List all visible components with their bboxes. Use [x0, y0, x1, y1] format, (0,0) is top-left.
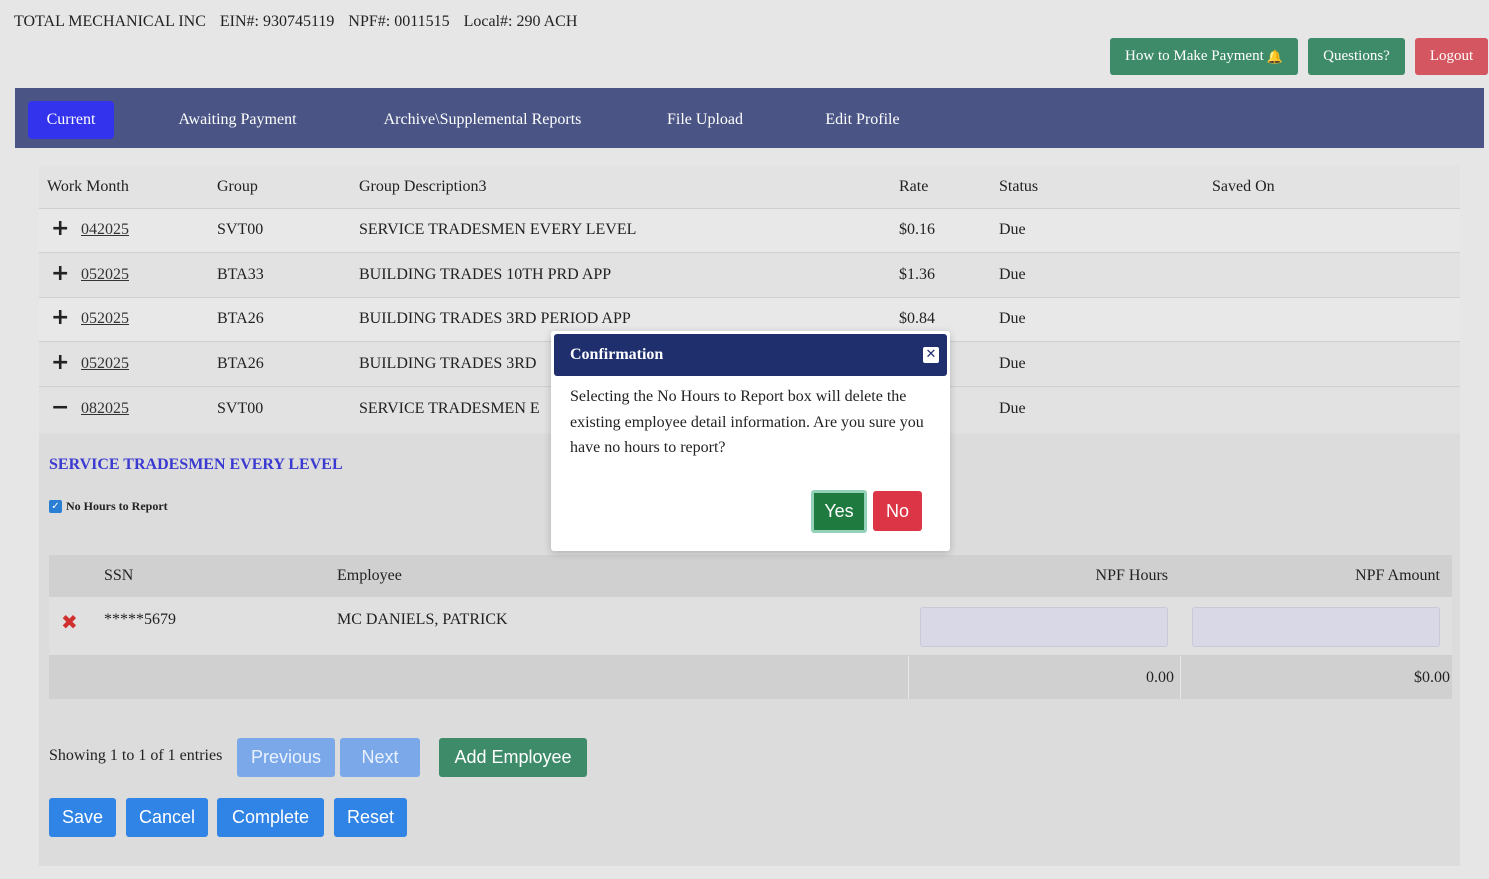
previous-button[interactable]: Previous — [237, 738, 335, 777]
work-month-link[interactable]: 042025 — [81, 221, 129, 238]
expand-icon[interactable]: + — [51, 218, 69, 240]
collapse-icon[interactable]: − — [51, 397, 69, 419]
reset-button[interactable]: Reset — [334, 798, 407, 837]
col-saved-on[interactable]: Saved On — [1212, 178, 1275, 196]
questions-button[interactable]: Questions? — [1308, 38, 1405, 75]
company-info: TOTAL MECHANICAL INC EIN#: 930745119 NPF… — [14, 13, 587, 31]
table-row: + 042025 SVT00 SERVICE TRADESMEN EVERY L… — [39, 209, 1460, 253]
rate-cell: $1.36 — [899, 266, 935, 283]
add-employee-button[interactable]: Add Employee — [439, 738, 587, 777]
bell-icon: 🔔 — [1266, 48, 1283, 64]
hours-total: 0.00 — [1146, 669, 1174, 686]
logout-button[interactable]: Logout — [1415, 38, 1488, 75]
how-to-make-payment-button[interactable]: How to Make Payment 🔔 — [1110, 38, 1298, 75]
npf-number: NPF#: 0011515 — [348, 13, 450, 30]
col-work-month[interactable]: Work Month — [47, 178, 129, 196]
col-npf-amount: NPF Amount — [1355, 567, 1440, 584]
status-cell: Due — [999, 400, 1026, 417]
rate-cell: $0.16 — [899, 221, 935, 238]
description-cell: BUILDING TRADES 3RD — [359, 355, 537, 372]
col-status[interactable]: Status — [999, 178, 1038, 196]
status-cell: Due — [999, 266, 1026, 283]
employee-cell: MC DANIELS, PATRICK — [337, 611, 508, 628]
rate-cell: $0.84 — [899, 310, 935, 327]
ein-number: EIN#: 930745119 — [219, 13, 335, 30]
status-cell: Due — [999, 310, 1026, 327]
local-number: Local#: 290 ACH — [463, 13, 578, 30]
hours-total-cell: 0.00 — [908, 656, 1180, 699]
checkbox-checked-icon[interactable]: ✓ — [49, 500, 62, 513]
col-group-description[interactable]: Group Description3 — [359, 178, 487, 196]
tab-archive-supplemental[interactable]: Archive\Supplemental Reports — [370, 101, 595, 139]
dialog-title: Confirmation — [570, 346, 664, 363]
confirmation-dialog: Confirmation ✕ Selecting the No Hours to… — [551, 331, 950, 551]
no-button[interactable]: No — [873, 491, 922, 531]
col-ssn: SSN — [104, 567, 134, 584]
col-employee: Employee — [337, 567, 402, 584]
no-hours-checkbox[interactable]: ✓ No Hours to Report — [49, 499, 168, 514]
status-cell: Due — [999, 221, 1026, 238]
col-group[interactable]: Group — [217, 178, 258, 196]
work-month-link[interactable]: 052025 — [81, 266, 129, 283]
group-cell: SVT00 — [217, 400, 264, 417]
description-cell: SERVICE TRADESMEN E — [359, 400, 540, 417]
save-button[interactable]: Save — [49, 798, 116, 837]
col-npf-hours: NPF Hours — [1095, 567, 1168, 584]
work-month-link[interactable]: 052025 — [81, 310, 129, 327]
expand-icon[interactable]: + — [51, 307, 69, 329]
totals-row: 0.00 $0.00 — [49, 656, 1452, 699]
how-to-make-payment-label: How to Make Payment — [1125, 48, 1264, 64]
expand-icon[interactable]: + — [51, 263, 69, 285]
grid-header: Work Month Group Group Description3 Rate… — [39, 166, 1460, 209]
company-name: TOTAL MECHANICAL INC — [14, 13, 206, 30]
table-row: ✖ *****5679 MC DANIELS, PATRICK — [49, 597, 1452, 656]
group-cell: BTA33 — [217, 266, 264, 283]
yes-button[interactable]: Yes — [811, 490, 867, 533]
description-cell: BUILDING TRADES 10TH PRD APP — [359, 266, 612, 283]
tab-file-upload[interactable]: File Upload — [655, 101, 755, 139]
ssn-cell: *****5679 — [104, 611, 176, 628]
main-nav: Current Awaiting Payment Archive\Supplem… — [15, 88, 1484, 148]
employee-table-header: SSN Employee NPF Hours NPF Amount — [49, 555, 1452, 597]
group-cell: BTA26 — [217, 310, 264, 327]
tab-current[interactable]: Current — [28, 101, 114, 139]
description-cell: BUILDING TRADES 3RD PERIOD APP — [359, 310, 631, 327]
dialog-header: Confirmation ✕ — [554, 334, 947, 376]
amount-total-cell: $0.00 — [1180, 656, 1452, 699]
amount-total: $0.00 — [1414, 669, 1450, 686]
close-icon[interactable]: ✕ — [923, 347, 939, 363]
entries-info: Showing 1 to 1 of 1 entries — [49, 747, 223, 764]
tab-awaiting-payment[interactable]: Awaiting Payment — [165, 101, 310, 139]
employee-table: SSN Employee NPF Hours NPF Amount ✖ ****… — [49, 555, 1452, 699]
group-cell: SVT00 — [217, 221, 264, 238]
description-cell: SERVICE TRADESMEN EVERY LEVEL — [359, 221, 637, 238]
delete-icon[interactable]: ✖ — [61, 610, 78, 634]
group-cell: BTA26 — [217, 355, 264, 372]
work-month-link[interactable]: 082025 — [81, 400, 129, 417]
status-cell: Due — [999, 355, 1026, 372]
table-row: + 052025 BTA33 BUILDING TRADES 10TH PRD … — [39, 254, 1460, 298]
cancel-button[interactable]: Cancel — [126, 798, 208, 837]
next-button[interactable]: Next — [340, 738, 420, 777]
col-rate[interactable]: Rate — [899, 178, 928, 196]
dialog-message: Selecting the No Hours to Report box wil… — [570, 388, 924, 456]
tab-edit-profile[interactable]: Edit Profile — [815, 101, 910, 139]
npf-amount-input[interactable] — [1192, 607, 1440, 647]
complete-button[interactable]: Complete — [217, 798, 324, 837]
expand-icon[interactable]: + — [51, 352, 69, 374]
work-month-link[interactable]: 052025 — [81, 355, 129, 372]
detail-title: SERVICE TRADESMEN EVERY LEVEL — [49, 456, 343, 473]
npf-hours-input[interactable] — [920, 607, 1168, 647]
no-hours-label: No Hours to Report — [66, 499, 168, 513]
